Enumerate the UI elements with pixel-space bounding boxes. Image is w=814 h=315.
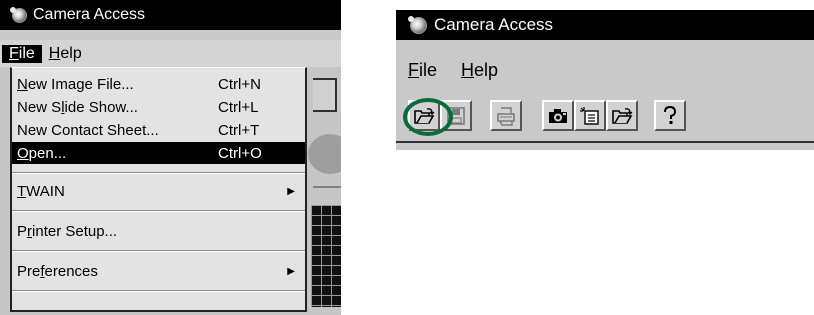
background-button [313,78,337,112]
shortcut: Ctrl+T [218,121,260,139]
shortcut: Ctrl+N [218,75,261,93]
shortcut: Ctrl+L [218,98,259,116]
camera-app-icon [10,6,27,23]
contact-sheet-button[interactable] [574,100,606,131]
menu-separator [12,172,305,174]
menu-item-label: ew Image File... [27,75,134,93]
help-question-icon [664,105,677,124]
title-bar: Camera Access [396,10,814,40]
menu-item-open[interactable]: Open... Ctrl+O [12,142,305,164]
menu-file-label: F [9,44,19,62]
menu-item-preferences[interactable]: Preferences ▶ [12,260,305,282]
menu-help[interactable]: Help [459,60,506,81]
left-window: Camera Access File Help New Image File..… [0,0,341,315]
menu-bar: File Help [0,40,341,67]
menu-item-new-slide-show[interactable]: New Slide Show... Ctrl+L [12,96,305,118]
open-button-highlight [403,98,453,136]
help-button[interactable] [654,100,686,131]
menu-item-twain[interactable]: TWAIN ▶ [12,180,305,202]
shortcut: Ctrl+O [218,144,262,162]
menu-item-label: New Contact Sheet... [17,121,159,139]
camera-icon [549,108,567,123]
menu-item-new-image-file[interactable]: New Image File... Ctrl+N [12,73,305,95]
menu-item-printer-setup[interactable]: Printer Setup... [12,220,305,242]
menu-help[interactable]: Help [42,45,89,63]
submenu-arrow-icon: ▶ [287,265,295,277]
submenu-arrow-icon: ▶ [287,185,295,197]
divider [313,186,341,188]
menu-item-new-contact-sheet[interactable]: New Contact Sheet... Ctrl+T [12,119,305,141]
print-button[interactable] [490,100,522,131]
window-title: Camera Access [33,6,146,23]
open-folder-icon [612,107,633,124]
menu-separator [12,210,305,212]
menu-file[interactable]: File [2,44,42,63]
right-window: Camera Access File Help [396,10,814,150]
toolbar-border [396,141,814,143]
window-title: Camera Access [434,15,554,34]
background-grid [311,205,341,307]
menu-separator [12,250,305,252]
menu-file[interactable]: File [406,60,445,81]
open-button-2[interactable] [606,100,638,131]
file-dropdown-menu: New Image File... Ctrl+N New Slide Show.… [10,67,307,312]
menu-bar: File Help [396,54,814,86]
contact-sheet-icon [580,106,599,125]
camera-button[interactable] [542,100,574,131]
title-bar: Camera Access [0,0,341,30]
print-icon [497,106,515,126]
menu-separator [12,290,305,292]
camera-app-icon [408,15,427,34]
